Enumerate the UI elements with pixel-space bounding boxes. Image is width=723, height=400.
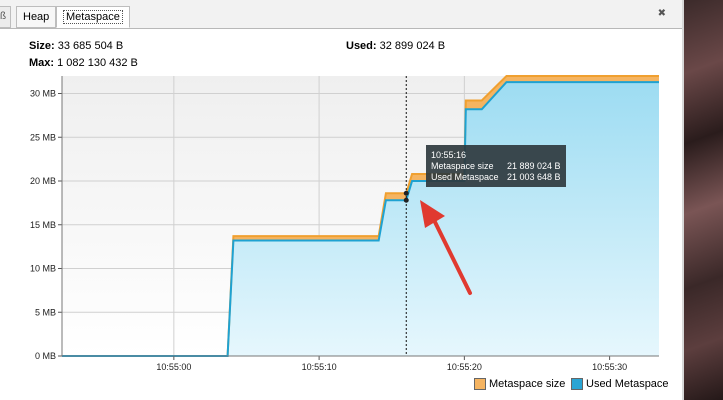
used-metaspace-hover-point [403, 197, 409, 203]
y-tick-label: 25 MB [30, 132, 56, 142]
metaspace-chart[interactable]: 0 MB 5 MB 10 MB 15 MB 20 MB 25 MB 30 MB 10:55:0… [0, 0, 682, 400]
x-tick-label: 10:55:00 [156, 362, 191, 372]
tooltip-row1-value: 21 889 024 B [507, 161, 561, 171]
tooltip-row1-label: Metaspace size [431, 161, 494, 171]
legend-size: Metaspace size [474, 378, 565, 390]
metaspace-panel: ß Heap Metaspace ✖ Size: 33 685 504 B Ma… [0, 0, 682, 400]
y-tick-label: 15 MB [30, 220, 56, 230]
tooltip-row2-value: 21 003 648 B [507, 172, 561, 182]
legend-used: Used Metaspace [571, 378, 669, 390]
y-tick-label: 20 MB [30, 176, 56, 186]
y-tick-label: 0 MB [35, 351, 56, 361]
x-tick-label: 10:55:20 [447, 362, 482, 372]
legend-used-label: Used Metaspace [586, 378, 669, 390]
tooltip-row2-label: Used Metaspace [431, 172, 499, 182]
tooltip-time: 10:55:16 [431, 150, 466, 160]
legend-size-swatch [474, 378, 486, 390]
legend-size-label: Metaspace size [489, 378, 566, 390]
legend-used-swatch [571, 378, 583, 390]
y-tick-label: 10 MB [30, 264, 56, 274]
metaspace-size-hover-point [403, 190, 409, 196]
desktop-background [682, 0, 723, 400]
y-tick-label: 5 MB [35, 307, 56, 317]
x-tick-label: 10:55:10 [302, 362, 337, 372]
x-tick-label: 10:55:30 [592, 362, 627, 372]
y-tick-label: 30 MB [30, 89, 56, 99]
